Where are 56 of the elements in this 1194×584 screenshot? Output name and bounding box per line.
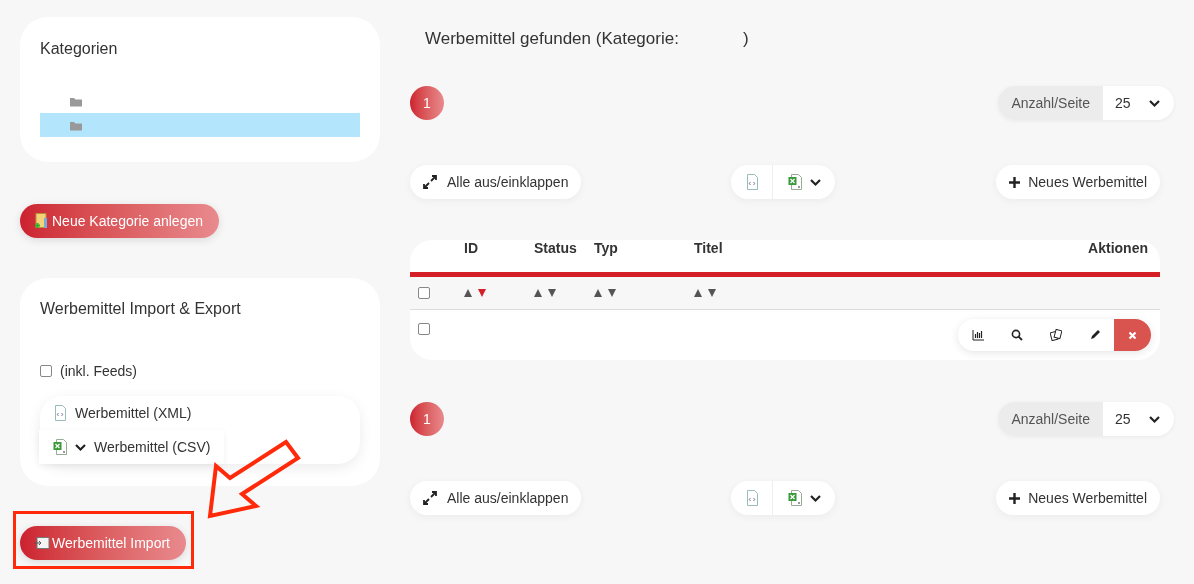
close-icon bbox=[1128, 330, 1137, 340]
expand-arrows-icon bbox=[423, 175, 437, 189]
page-button[interactable]: 1 bbox=[410, 402, 444, 436]
menu-item[interactable]: Werbemittel (XML) bbox=[54, 404, 192, 422]
delete-button[interactable] bbox=[1114, 319, 1151, 351]
page-button[interactable]: 1 bbox=[410, 86, 444, 120]
folder-icon bbox=[70, 119, 82, 131]
column-header[interactable]: Aktionen bbox=[1088, 238, 1148, 259]
sort-arrows-icon[interactable] bbox=[694, 289, 716, 297]
column-header[interactable]: ID bbox=[464, 238, 534, 259]
chevron-down-icon bbox=[809, 177, 821, 187]
plus-icon bbox=[1009, 492, 1021, 504]
chevron-down-icon bbox=[809, 493, 821, 503]
xml-file-icon bbox=[745, 490, 758, 506]
folder-icon bbox=[70, 95, 82, 107]
chevron-down-icon bbox=[1148, 98, 1160, 108]
collapse-button[interactable]: Alle aus/einklappen bbox=[410, 165, 582, 199]
copy-icon bbox=[1049, 329, 1062, 341]
chevron-down-icon bbox=[1148, 414, 1160, 424]
checkbox[interactable] bbox=[40, 365, 52, 377]
per-page-select[interactable]: 25 bbox=[1103, 402, 1174, 436]
xml-file-icon bbox=[745, 174, 758, 190]
page-heading-close: ) bbox=[742, 28, 749, 46]
collapse-button[interactable]: Alle aus/einklappen bbox=[410, 481, 582, 515]
panel-title: Kategorien bbox=[40, 39, 119, 57]
panel-title: Werbemittel Import & Export bbox=[40, 299, 242, 317]
bar-chart-icon bbox=[971, 329, 984, 341]
checkbox[interactable] bbox=[418, 323, 430, 335]
xml-file-icon bbox=[54, 405, 66, 421]
per-page-label: Anzahl/Seite bbox=[998, 402, 1103, 436]
expand-arrows-icon bbox=[423, 491, 437, 505]
search-icon bbox=[1010, 329, 1023, 341]
sort-arrows-icon[interactable] bbox=[594, 289, 616, 297]
new-item-button[interactable]: Neues Werbemittel bbox=[996, 165, 1160, 199]
sort-arrows-icon[interactable] bbox=[464, 289, 486, 297]
column-header[interactable]: Titel bbox=[694, 238, 1089, 259]
spreadsheet-icon bbox=[787, 174, 802, 190]
column-header[interactable]: Status bbox=[534, 238, 594, 259]
checkbox-label: (inkl. Feeds) bbox=[60, 361, 138, 381]
spreadsheet-icon bbox=[787, 490, 802, 506]
new-category-button[interactable]: Neue Kategorie anlegen bbox=[20, 204, 219, 238]
spreadsheet-icon bbox=[53, 439, 67, 455]
pencil-icon bbox=[1088, 329, 1101, 341]
folder-add-icon bbox=[34, 213, 48, 229]
checkbox[interactable] bbox=[418, 287, 430, 299]
plus-icon bbox=[1009, 176, 1021, 188]
per-page-select[interactable]: 25 bbox=[1103, 86, 1174, 120]
chevron-down-icon bbox=[75, 442, 86, 452]
menu-item[interactable]: Werbemittel (CSV) bbox=[39, 430, 225, 464]
import-icon bbox=[34, 537, 50, 549]
page-heading: Werbemittel gefunden (Kategorie: bbox=[425, 28, 679, 46]
per-page-label: Anzahl/Seite bbox=[998, 86, 1103, 120]
sort-arrows-icon[interactable] bbox=[534, 289, 556, 297]
column-header[interactable]: Typ bbox=[594, 238, 694, 259]
import-button[interactable]: Werbemittel Import bbox=[20, 526, 186, 560]
new-item-button[interactable]: Neues Werbemittel bbox=[996, 481, 1160, 515]
